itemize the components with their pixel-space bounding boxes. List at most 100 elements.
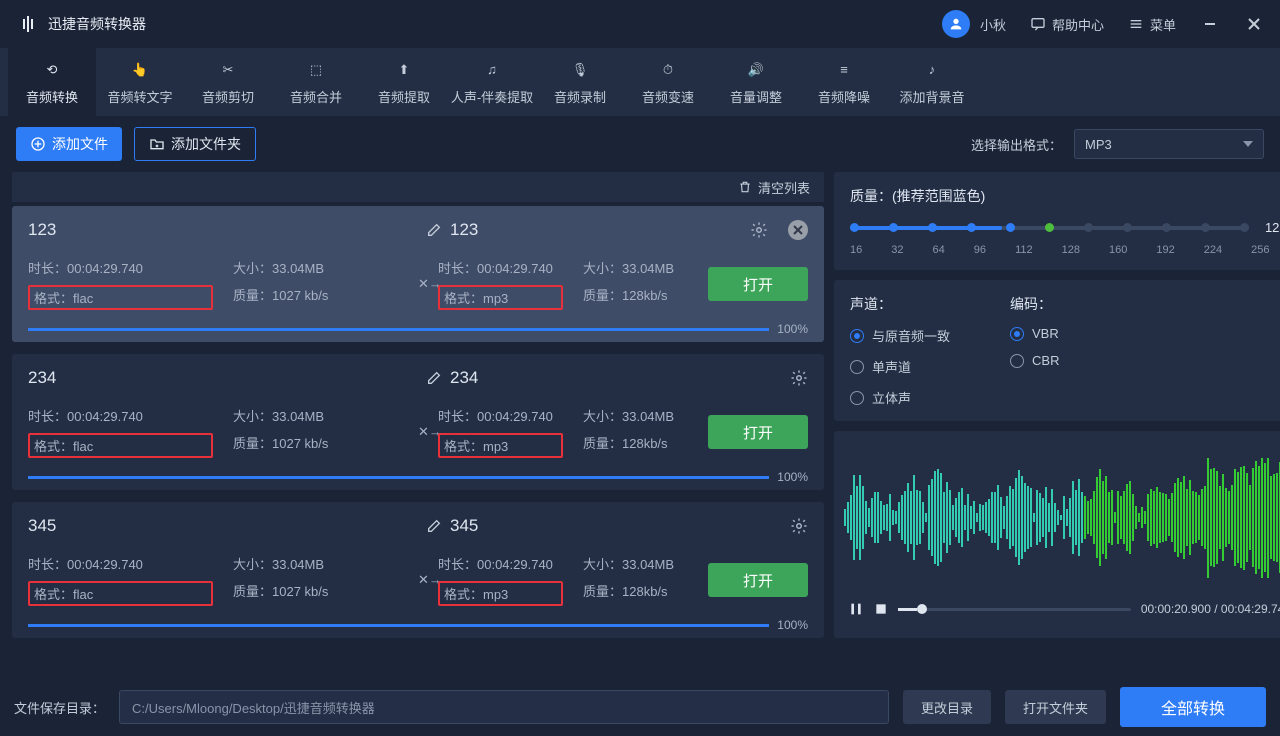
radio-channel-mono[interactable]: 单声道 [850, 357, 950, 376]
src-bitrate: 质量：1027 kb/s [233, 285, 418, 310]
progress-percent: 100% [777, 618, 808, 632]
file-item[interactable]: 345 345 时长：00:04:29.740 大小：33.04MB 格式：fl… [12, 502, 824, 638]
dst-size: 大小：33.04MB [583, 554, 708, 573]
close-button[interactable] [1244, 14, 1264, 34]
bottom-bar: 文件保存目录： C:/Users/Mloong/Desktop/迅捷音频转换器 … [0, 678, 1280, 736]
dst-size: 大小：33.04MB [583, 258, 708, 277]
tab-8[interactable]: 🔊音量调整 [712, 48, 800, 116]
radio-encoding-vbr[interactable]: VBR [1010, 326, 1059, 341]
dst-bitrate: 质量：128kb/s [583, 581, 708, 606]
item-settings-button[interactable] [750, 221, 768, 239]
src-size: 大小：33.04MB [233, 258, 418, 277]
tab-3[interactable]: ⬚音频合并 [272, 48, 360, 116]
tab-10[interactable]: ♪添加背景音 [888, 48, 976, 116]
quality-section: 质量：(推荐范围蓝色) 128kbit/s 163264961121281601… [834, 172, 1280, 270]
stop-icon[interactable] [874, 602, 888, 616]
shuffle-icon: ✕→ [418, 276, 438, 292]
tab-6[interactable]: 🎙音频录制 [536, 48, 624, 116]
dst-duration: 时长：00:04:29.740 [438, 258, 563, 277]
tab-icon-2: ✂ [217, 59, 239, 81]
remove-item-button[interactable] [788, 220, 808, 240]
item-settings-button[interactable] [790, 369, 808, 387]
progress-percent: 100% [777, 470, 808, 484]
progress-bar [28, 328, 769, 331]
tab-icon-8: 🔊 [745, 59, 767, 81]
chevron-down-icon [1243, 141, 1253, 147]
chat-icon [1030, 16, 1046, 32]
src-size: 大小：33.04MB [233, 554, 418, 573]
source-filename: 123 [28, 220, 414, 240]
encoding-group: 编码： VBR CBR [1010, 294, 1059, 407]
tab-5[interactable]: ♫人声-伴奏提取 [448, 48, 536, 116]
channel-group: 声道： 与原音频一致 单声道 立体声 [850, 294, 950, 407]
edit-icon [426, 518, 442, 534]
tab-0[interactable]: ⟲音频转换 [8, 48, 96, 116]
add-file-button[interactable]: 添加文件 [16, 127, 122, 161]
tab-icon-9: ≡ [833, 59, 855, 81]
source-filename: 234 [28, 368, 414, 388]
main-tabs: ⟲音频转换👆音频转文字✂音频剪切⬚音频合并⬆音频提取♫人声-伴奏提取🎙音频录制⏱… [0, 48, 1280, 116]
save-path-input[interactable]: C:/Users/Mloong/Desktop/迅捷音频转换器 [119, 690, 889, 724]
tab-icon-1: 👆 [129, 59, 151, 81]
open-button[interactable]: 打开 [708, 563, 808, 597]
open-folder-button[interactable]: 打开文件夹 [1005, 690, 1106, 724]
folder-plus-icon [149, 136, 165, 152]
add-folder-button[interactable]: 添加文件夹 [134, 127, 256, 161]
output-filename[interactable]: 345 [426, 516, 626, 536]
file-item[interactable]: 234 234 时长：00:04:29.740 大小：33.04MB 格式：fl… [12, 354, 824, 490]
src-duration: 时长：00:04:29.740 [28, 554, 213, 573]
open-button[interactable]: 打开 [708, 415, 808, 449]
help-button[interactable]: 帮助中心 [1030, 15, 1104, 34]
convert-all-button[interactable]: 全部转换 [1120, 687, 1266, 727]
radio-encoding-cbr[interactable]: CBR [1010, 353, 1059, 368]
shuffle-icon: ✕→ [418, 572, 438, 588]
tab-2[interactable]: ✂音频剪切 [184, 48, 272, 116]
minimize-button[interactable] [1200, 14, 1220, 34]
menu-icon [1128, 16, 1144, 32]
file-list-panel: 清空列表 123 123 时长：00:04:29.740 大小：33.04MB … [12, 172, 824, 638]
tab-1[interactable]: 👆音频转文字 [96, 48, 184, 116]
src-format: 格式：flac [28, 285, 213, 310]
change-dir-button[interactable]: 更改目录 [903, 690, 991, 724]
edit-icon [426, 370, 442, 386]
src-size: 大小：33.04MB [233, 406, 418, 425]
tab-icon-3: ⬚ [305, 59, 327, 81]
dst-duration: 时长：00:04:29.740 [438, 406, 563, 425]
src-bitrate: 质量：1027 kb/s [233, 433, 418, 458]
open-button[interactable]: 打开 [708, 267, 808, 301]
tab-icon-4: ⬆ [393, 59, 415, 81]
quality-slider[interactable] [850, 226, 1249, 230]
dst-duration: 时长：00:04:29.740 [438, 554, 563, 573]
tab-icon-10: ♪ [921, 59, 943, 81]
tab-icon-5: ♫ [481, 59, 503, 81]
tab-icon-0: ⟲ [41, 59, 63, 81]
trash-icon [738, 180, 752, 194]
menu-button[interactable]: 菜单 [1128, 15, 1176, 34]
tab-4[interactable]: ⬆音频提取 [360, 48, 448, 116]
app-title: 迅捷音频转换器 [48, 14, 146, 34]
dst-size: 大小：33.04MB [583, 406, 708, 425]
dst-bitrate: 质量：128kb/s [583, 285, 708, 310]
titlebar: 迅捷音频转换器 小秋 帮助中心 菜单 [0, 0, 1280, 48]
radio-channel-stereo[interactable]: 立体声 [850, 388, 950, 407]
radio-channel-same[interactable]: 与原音频一致 [850, 326, 950, 345]
file-item[interactable]: 123 123 时长：00:04:29.740 大小：33.04MB 格式：fl… [12, 206, 824, 342]
output-format-select[interactable]: MP3 [1074, 129, 1264, 159]
pause-icon[interactable] [848, 601, 864, 617]
dst-format: 格式：mp3 [438, 581, 563, 606]
dst-bitrate: 质量：128kb/s [583, 433, 708, 458]
clear-list-button[interactable]: 清空列表 [738, 178, 810, 197]
playback-slider[interactable] [898, 608, 1131, 611]
source-filename: 345 [28, 516, 414, 536]
progress-percent: 100% [777, 322, 808, 336]
app-logo: 迅捷音频转换器 [16, 12, 146, 36]
item-settings-button[interactable] [790, 517, 808, 535]
tab-9[interactable]: ≡音频降噪 [800, 48, 888, 116]
toolbar: 添加文件 添加文件夹 选择输出格式： MP3 [0, 116, 1280, 172]
save-dir-label: 文件保存目录： [14, 698, 105, 717]
progress-bar [28, 476, 769, 479]
user-account[interactable]: 小秋 [942, 10, 1006, 38]
output-filename[interactable]: 123 [426, 220, 626, 240]
output-filename[interactable]: 234 [426, 368, 626, 388]
tab-7[interactable]: ⏱音频变速 [624, 48, 712, 116]
